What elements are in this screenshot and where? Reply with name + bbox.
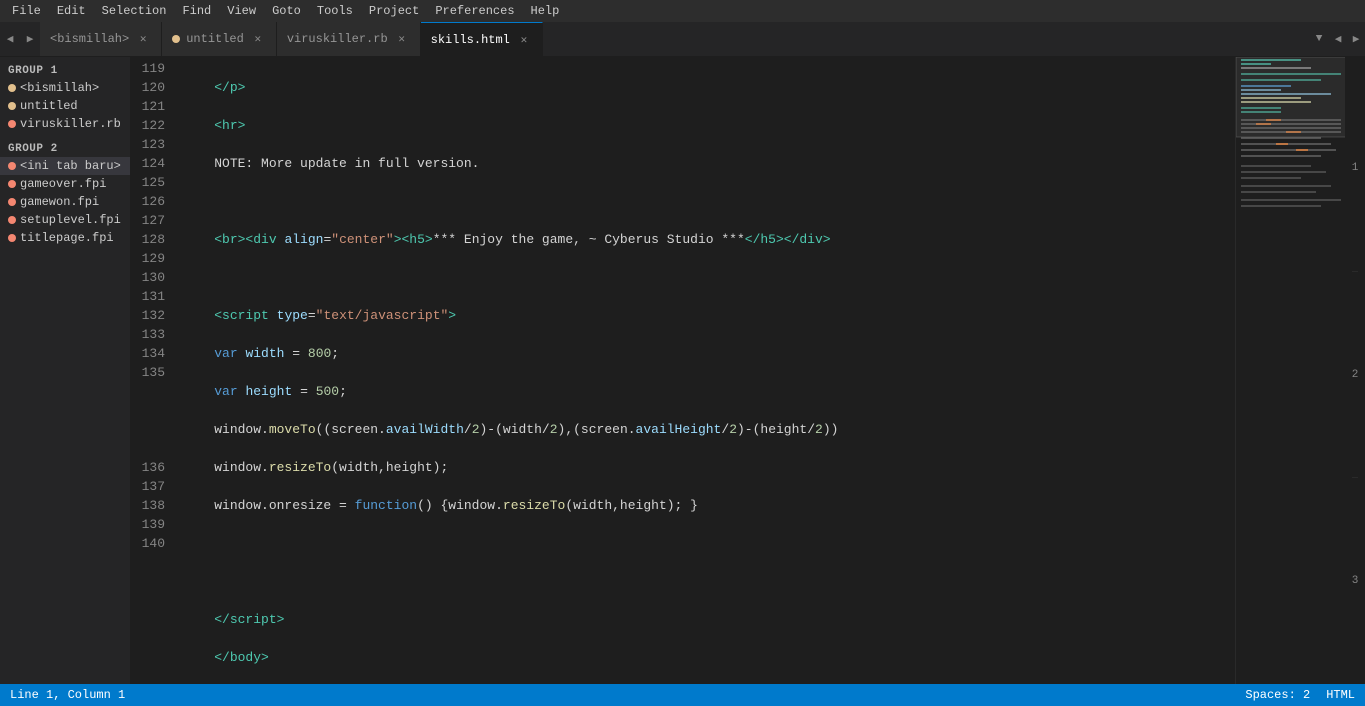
tab-untitled-label: untitled: [186, 32, 244, 46]
initab-dot: [8, 162, 16, 170]
tab-scroll-left[interactable]: ◀: [1329, 32, 1347, 46]
sidebar-initab-label: <ini tab baru>: [20, 159, 121, 173]
sidebar-viruskiller[interactable]: viruskiller.rb: [0, 115, 130, 133]
sidebar-initab[interactable]: <ini tab baru>: [0, 157, 130, 175]
tab-bismillah-label: <bismillah>: [50, 32, 129, 46]
code-line-125: <script type="text/javascript">: [175, 306, 1235, 325]
statusbar-right: Spaces: 2 HTML: [1245, 688, 1355, 702]
code-line-132: [175, 572, 1235, 591]
gameover-dot: [8, 180, 16, 188]
sidebar-untitled-label: untitled: [20, 99, 78, 113]
statusbar-spaces: Spaces: 2: [1245, 688, 1310, 702]
menu-find[interactable]: Find: [174, 2, 219, 20]
menu-project[interactable]: Project: [361, 2, 427, 20]
statusbar-position: Line 1, Column 1: [10, 688, 125, 702]
code-line-130: window.onresize = function() {window.res…: [175, 496, 1235, 515]
menu-preferences[interactable]: Preferences: [427, 2, 522, 20]
tab-skills-html[interactable]: skills.html ✕: [421, 22, 543, 56]
sidebar-gamewon[interactable]: gamewon.fpi: [0, 193, 130, 211]
code-line-134: </body>: [175, 648, 1235, 667]
tab-untitled-close[interactable]: ✕: [250, 31, 266, 47]
tabbar: ◀ ▶ <bismillah> ✕ untitled ✕ viruskiller…: [0, 22, 1365, 57]
setuplevel-dot: [8, 216, 16, 224]
code-line-127: var height = 500;: [175, 382, 1235, 401]
sidebar-titlepage[interactable]: titlepage.fpi: [0, 229, 130, 247]
statusbar: Line 1, Column 1 Spaces: 2 HTML: [0, 684, 1365, 706]
tab-viruskiller[interactable]: viruskiller.rb ✕: [277, 22, 421, 56]
minimap: [1235, 57, 1345, 684]
main-area: GROUP 1 <bismillah> untitled viruskiller…: [0, 57, 1365, 684]
tab-scroll-right[interactable]: ▶: [1347, 32, 1365, 46]
tab-viruskiller-label: viruskiller.rb: [287, 32, 388, 46]
tab-viruskiller-close[interactable]: ✕: [394, 31, 410, 47]
menu-help[interactable]: Help: [523, 2, 568, 20]
menu-tools[interactable]: Tools: [309, 2, 361, 20]
menu-file[interactable]: File: [4, 2, 49, 20]
gamewon-dot: [8, 198, 16, 206]
menu-selection[interactable]: Selection: [94, 2, 175, 20]
code-line-121: NOTE: More update in full version.: [175, 154, 1235, 173]
code-line-124: [175, 268, 1235, 287]
code-line-133: </script>: [175, 610, 1235, 629]
sidebar: GROUP 1 <bismillah> untitled viruskiller…: [0, 57, 130, 684]
tab-bismillah[interactable]: <bismillah> ✕: [40, 22, 162, 56]
titlepage-dot: [8, 234, 16, 242]
sidebar-titlepage-label: titlepage.fpi: [20, 231, 114, 245]
untitled-dot: [8, 102, 16, 110]
tab-untitled-modified-dot: [172, 35, 180, 43]
sidebar-bismillah-label: <bismillah>: [20, 81, 99, 95]
sidebar-gamewon-label: gamewon.fpi: [20, 195, 99, 209]
sidebar-bismillah[interactable]: <bismillah>: [0, 79, 130, 97]
tab-skills-label: skills.html: [431, 33, 510, 47]
sidebar-viruskiller-label: viruskiller.rb: [20, 117, 121, 131]
code-line-129: window.resizeTo(width,height);: [175, 458, 1235, 477]
viruskiller-dot: [8, 120, 16, 128]
tab-untitled[interactable]: untitled ✕: [162, 22, 277, 56]
scroll-section-1: 1: [1352, 57, 1359, 271]
group2-label: GROUP 2: [0, 139, 130, 157]
menu-edit[interactable]: Edit: [49, 2, 94, 20]
bismillah-dot: [8, 84, 16, 92]
tab-skills-close[interactable]: ✕: [516, 32, 532, 48]
code-line-119: </p>: [175, 78, 1235, 97]
sidebar-gameover[interactable]: gameover.fpi: [0, 175, 130, 193]
tab-dropdown-btn[interactable]: ▼: [1309, 33, 1329, 45]
tab-nav-right[interactable]: ▶: [20, 22, 40, 56]
tab-overflow-area: ▼ ◀ ▶: [1309, 22, 1365, 56]
group1-label: GROUP 1: [0, 61, 130, 79]
statusbar-language: HTML: [1326, 688, 1355, 702]
menu-goto[interactable]: Goto: [264, 2, 309, 20]
scrollbar-area: 1 2 3: [1345, 57, 1365, 684]
sidebar-gameover-label: gameover.fpi: [20, 177, 106, 191]
code-line-122: [175, 192, 1235, 211]
code-editor[interactable]: </p> <hr> NOTE: More update in full vers…: [175, 57, 1235, 684]
menu-view[interactable]: View: [219, 2, 264, 20]
sidebar-untitled[interactable]: untitled: [0, 97, 130, 115]
editor-area: 119120121122 123124125126 127128129130 1…: [130, 57, 1365, 684]
code-line-123: <br><div align="center"><h5>*** Enjoy th…: [175, 230, 1235, 249]
sidebar-setuplevel[interactable]: setuplevel.fpi: [0, 211, 130, 229]
line-numbers: 119120121122 123124125126 127128129130 1…: [130, 57, 175, 684]
code-line-128: window.moveTo((screen.availWidth/2)-(wid…: [175, 420, 1235, 439]
code-line-120: <hr>: [175, 116, 1235, 135]
tab-bismillah-close[interactable]: ✕: [135, 31, 151, 47]
tab-nav-left[interactable]: ◀: [0, 22, 20, 56]
code-line-126: var width = 800;: [175, 344, 1235, 363]
code-line-131: [175, 534, 1235, 553]
scroll-section-3: 3: [1352, 477, 1359, 684]
sidebar-setuplevel-label: setuplevel.fpi: [20, 213, 121, 227]
menubar: File Edit Selection Find View Goto Tools…: [0, 0, 1365, 22]
scroll-section-2: 2: [1352, 271, 1359, 478]
